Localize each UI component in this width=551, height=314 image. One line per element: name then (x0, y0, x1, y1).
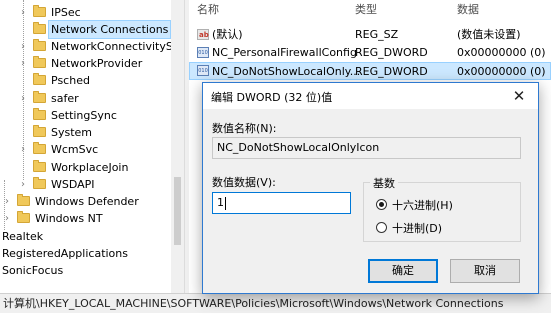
tree-item-label: Realtek (2, 230, 44, 243)
text-caret (225, 196, 226, 210)
tree-item-label: Windows NT (35, 212, 103, 225)
dialog-titlebar[interactable]: 编辑 DWORD (32 位)值 ✕ (203, 83, 538, 109)
tree-item-label: NetworkProvider (51, 57, 143, 70)
value-data: 0x00000000 (0) (457, 65, 546, 78)
value-name-field[interactable]: NC_DoNotShowLocalOnlyIcon (212, 137, 521, 159)
column-header-data[interactable]: 数据 (457, 0, 479, 20)
tree-item-label: RegisteredApplications (2, 247, 128, 260)
folder-icon (33, 91, 46, 103)
cancel-button[interactable]: 取消 (450, 259, 520, 283)
value-type: REG_DWORD (355, 46, 428, 59)
tree-item-label: Psched (51, 74, 90, 87)
expand-chevron-icon[interactable]: › (18, 4, 28, 21)
folder-icon (33, 39, 46, 51)
base-groupbox: 基数 十六进制(H) 十进制(D) (363, 175, 521, 242)
value-data-label: 数值数据(V): (212, 176, 276, 189)
radio-dec-label: 十进制(D) (392, 222, 443, 235)
status-bar: 计算机\HKEY_LOCAL_MACHINE\SOFTWARE\Policies… (0, 293, 551, 313)
folder-icon (33, 56, 46, 68)
folder-icon (33, 5, 46, 17)
status-path: 计算机\HKEY_LOCAL_MACHINE\SOFTWARE\Policies… (3, 297, 504, 310)
dialog-title: 编辑 DWORD (32 位)值 (211, 91, 333, 104)
expand-chevron-icon[interactable]: › (2, 193, 12, 210)
tree-item-label: NetworkConnectivityStat (51, 40, 184, 53)
value-type: REG_SZ (355, 28, 399, 41)
folder-icon (33, 108, 46, 120)
dword-value-icon (197, 65, 209, 76)
base-group-label: 基数 (370, 175, 398, 191)
value-name-label: 数值名称(N): (212, 122, 277, 135)
folder-icon (17, 194, 30, 206)
tree-item-label: Network Connections (47, 20, 172, 39)
value-name: (默认) (212, 28, 243, 41)
radio-hex-label: 十六进制(H) (392, 199, 453, 212)
scrollbar-thumb[interactable] (174, 177, 181, 245)
dword-value-icon (197, 47, 209, 58)
value-data: 0x00000000 (0) (457, 46, 546, 59)
expand-chevron-icon[interactable]: › (18, 176, 28, 193)
folder-icon (33, 73, 46, 85)
list-row-nc-personalfirewallconfig[interactable]: NC_PersonalFirewallConfig REG_DWORD 0x00… (189, 44, 551, 62)
value-data-input[interactable]: 1 (212, 192, 351, 214)
folder-icon (33, 160, 46, 172)
tree-item-label: IPSec (51, 6, 81, 19)
tree-item-label: safer (51, 92, 79, 105)
radio-unselected-icon[interactable] (376, 222, 387, 233)
tree-item-label: Windows Defender (35, 195, 139, 208)
expand-chevron-icon[interactable]: › (18, 90, 28, 107)
close-icon[interactable]: ✕ (504, 85, 534, 107)
edit-dword-dialog[interactable]: 编辑 DWORD (32 位)值 ✕ 数值名称(N): NC_DoNotShow… (202, 82, 539, 294)
folder-icon (33, 22, 46, 34)
list-row-default[interactable]: (默认) REG_SZ (数值未设置) (189, 26, 551, 44)
expand-chevron-icon[interactable]: › (2, 210, 12, 227)
value-data-text: 1 (217, 196, 224, 209)
value-data: (数值未设置) (457, 28, 521, 41)
tree-item-label: SettingSync (51, 109, 117, 122)
tree-item-label: SonicFocus (2, 264, 64, 277)
expand-chevron-icon[interactable]: › (18, 38, 28, 55)
tree-scrollbar[interactable] (171, 0, 184, 293)
radio-selected-icon[interactable] (376, 199, 387, 210)
folder-icon (33, 142, 46, 154)
expand-chevron-icon[interactable]: › (18, 55, 28, 72)
tree-item-label: WorkplaceJoin (51, 161, 129, 174)
string-value-icon (197, 29, 209, 40)
value-name: NC_PersonalFirewallConfig (212, 46, 357, 59)
value-name-text: NC_DoNotShowLocalOnlyIcon (217, 141, 380, 154)
tree-item-label: WSDAPI (51, 178, 95, 191)
expand-chevron-icon[interactable]: › (18, 141, 28, 158)
list-row-nc-donotshowlocalonly[interactable]: NC_DoNotShowLocalOnly... REG_DWORD 0x000… (189, 62, 551, 80)
tree-item-label: WcmSvc (51, 143, 99, 156)
column-header-name[interactable]: 名称 (197, 0, 219, 20)
folder-icon (33, 125, 46, 137)
tree-item-label: System (51, 126, 93, 139)
registry-tree[interactable]: › IPSec Network Connections › NetworkCon… (0, 0, 184, 293)
folder-icon (33, 177, 46, 189)
ok-button[interactable]: 确定 (368, 259, 438, 283)
folder-icon (17, 211, 30, 223)
value-name: NC_DoNotShowLocalOnly... (212, 65, 361, 78)
value-type: REG_DWORD (355, 65, 428, 78)
column-header-type[interactable]: 类型 (355, 0, 377, 20)
